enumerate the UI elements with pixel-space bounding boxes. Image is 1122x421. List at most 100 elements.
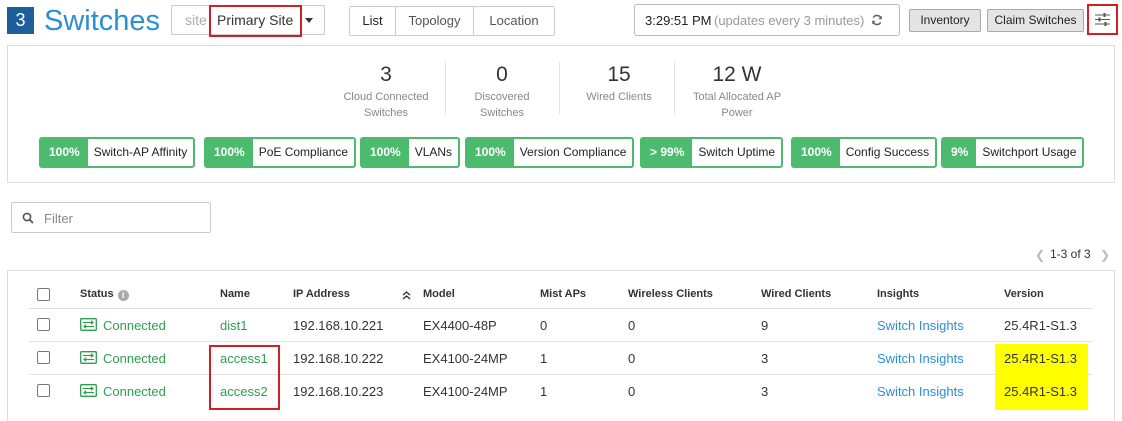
column-header-version[interactable]: Version xyxy=(1004,288,1044,300)
sle-percent: 100% xyxy=(206,139,253,166)
switch-insights-link[interactable]: Switch Insights xyxy=(877,384,964,399)
row-checkbox[interactable] xyxy=(37,318,50,331)
sle-switch-uptime[interactable]: > 99% Switch Uptime xyxy=(640,137,784,168)
info-icon[interactable]: i xyxy=(117,290,129,301)
stat-value: 12 W xyxy=(712,63,762,86)
clock-time: 3:29:51 PM xyxy=(645,13,712,28)
sle-poe-compliance[interactable]: 100% PoE Compliance xyxy=(204,137,357,168)
stat-label: Power xyxy=(721,107,753,119)
tab-list[interactable]: List xyxy=(350,7,396,35)
sle-percent: 100% xyxy=(793,139,840,166)
stat-divider xyxy=(445,62,446,114)
model: EX4100-24MP xyxy=(423,384,508,399)
mist-aps: 0 xyxy=(540,318,548,333)
column-header-wireless-clients[interactable]: Wireless Clients xyxy=(628,288,713,300)
switch-name-link[interactable]: access2 xyxy=(220,384,268,399)
wired-clients: 9 xyxy=(761,318,769,333)
status-text: Connected xyxy=(103,384,166,399)
inventory-button[interactable]: Inventory xyxy=(909,9,981,32)
sle-config-success[interactable]: 100% Config Success xyxy=(791,137,938,168)
site-selector[interactable]: site Primary Site xyxy=(171,5,325,37)
stat-label: Discovered xyxy=(474,91,530,103)
stat-value: 15 xyxy=(607,63,631,86)
table-settings-button[interactable] xyxy=(1087,4,1118,35)
stat-label: Cloud Connected xyxy=(343,91,429,103)
sle-switchport-usage[interactable]: 9% Switchport Usage xyxy=(941,137,1085,168)
stat-divider xyxy=(674,62,675,114)
status-text: Connected xyxy=(103,351,166,366)
column-header-status[interactable]: Status i xyxy=(80,288,129,301)
claim-switches-button[interactable]: Claim Switches xyxy=(987,9,1084,32)
mist-aps: 1 xyxy=(540,384,548,399)
site-value-highlight: Primary Site xyxy=(209,5,302,37)
stat-discovered: 0 Discovered Switches xyxy=(452,61,552,121)
select-all-checkbox[interactable] xyxy=(37,288,50,301)
site-prefix-label: site xyxy=(185,12,207,28)
stat-label: Switches xyxy=(363,107,409,119)
switch-connected-icon xyxy=(80,384,97,397)
wired-clients: 3 xyxy=(761,384,769,399)
sle-name: Config Success xyxy=(845,145,930,159)
stat-divider xyxy=(559,62,560,114)
switch-insights-link[interactable]: Switch Insights xyxy=(877,351,964,366)
pager-text: 1-3 of 3 xyxy=(1050,247,1091,261)
sle-name: Switchport Usage xyxy=(982,145,1077,159)
ip-address: 192.168.10.221 xyxy=(293,318,384,333)
sle-version-compliance[interactable]: 100% Version Compliance xyxy=(465,137,635,168)
wireless-clients: 0 xyxy=(628,384,636,399)
column-header-model[interactable]: Model xyxy=(423,288,455,300)
filter-input[interactable] xyxy=(44,209,194,227)
stat-value: 0 xyxy=(496,63,508,86)
switch-insights-link[interactable]: Switch Insights xyxy=(877,318,964,333)
switch-name-link[interactable]: access1 xyxy=(220,351,268,366)
sliders-icon xyxy=(1095,13,1110,26)
sle-name: Switch Uptime xyxy=(698,145,776,159)
version: 25.4R1-S1.3 xyxy=(1004,384,1077,399)
column-header-ip[interactable]: IP Address xyxy=(293,288,350,300)
search-icon xyxy=(22,212,34,224)
tab-topology[interactable]: Topology xyxy=(396,7,474,35)
ip-address: 192.168.10.222 xyxy=(293,351,384,366)
wired-clients: 3 xyxy=(761,351,769,366)
column-header-wired-clients[interactable]: Wired Clients xyxy=(761,288,831,300)
refresh-clock: 3:29:51 PM (updates every 3 minutes) xyxy=(634,4,900,36)
clock-update-note: (updates every 3 minutes) xyxy=(714,13,865,28)
column-header-mist-aps[interactable]: Mist APs xyxy=(540,288,586,300)
sle-vlans[interactable]: 100% VLANs xyxy=(360,137,461,168)
wireless-clients: 0 xyxy=(628,318,636,333)
column-header-label: Status xyxy=(80,288,114,300)
pager-prev-icon[interactable]: ❮ xyxy=(1035,248,1045,262)
sle-percent: 9% xyxy=(943,139,977,166)
sle-name: Switch-AP Affinity xyxy=(93,145,188,159)
wireless-clients: 0 xyxy=(628,351,636,366)
version: 25.4R1-S1.3 xyxy=(1004,351,1077,366)
summary-panel: 3 Cloud Connected Switches 0 Discovered … xyxy=(7,45,1115,183)
sle-name: PoE Compliance xyxy=(258,145,349,159)
stat-cloud-connected: 3 Cloud Connected Switches xyxy=(333,61,439,121)
row-checkbox[interactable] xyxy=(37,384,50,397)
column-header-name[interactable]: Name xyxy=(220,288,250,300)
switch-name-link[interactable]: dist1 xyxy=(220,318,247,333)
chevron-down-icon[interactable] xyxy=(305,18,313,23)
sle-name: Version Compliance xyxy=(519,145,627,159)
sle-name: VLANs xyxy=(414,145,453,159)
site-value: Primary Site xyxy=(217,12,294,28)
sle-percent: > 99% xyxy=(642,139,693,166)
row-divider xyxy=(29,341,1093,342)
sort-ascending-icon[interactable] xyxy=(402,291,411,300)
stat-wired-clients: 15 Wired Clients xyxy=(568,61,670,105)
row-divider xyxy=(29,374,1093,375)
sle-switch-ap-affinity[interactable]: 100% Switch-AP Affinity xyxy=(39,137,196,168)
row-checkbox[interactable] xyxy=(37,351,50,364)
stat-label: Total Allocated AP xyxy=(692,91,782,103)
stat-label: Switches xyxy=(479,107,525,119)
stat-value: 3 xyxy=(380,63,392,86)
pager-next-icon[interactable]: ❯ xyxy=(1100,248,1110,262)
column-header-insights[interactable]: Insights xyxy=(877,288,919,300)
ip-address: 192.168.10.223 xyxy=(293,384,384,399)
switch-connected-icon xyxy=(80,318,97,331)
tab-location[interactable]: Location xyxy=(474,7,554,35)
sle-percent: 100% xyxy=(467,139,514,166)
switch-connected-icon xyxy=(80,351,97,364)
refresh-icon[interactable] xyxy=(871,14,883,26)
